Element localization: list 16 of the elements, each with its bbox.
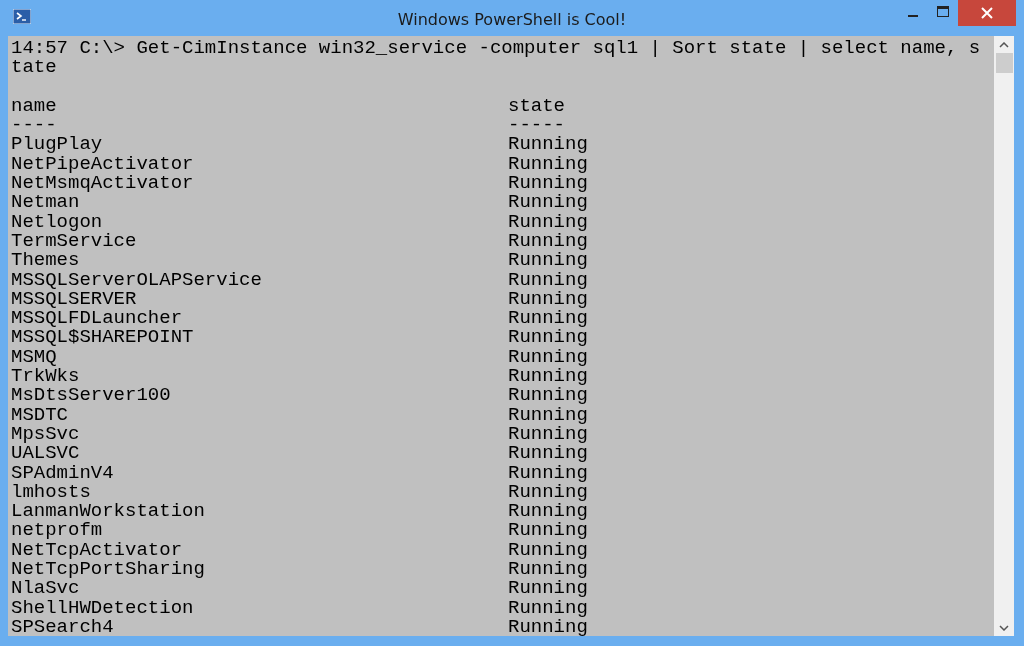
close-icon xyxy=(981,7,993,19)
window-title: Windows PowerShell is Cool! xyxy=(397,10,627,29)
service-name: NetTcpPortSharing xyxy=(11,558,205,580)
maximize-icon xyxy=(937,5,949,17)
chevron-up-icon xyxy=(999,41,1009,48)
scroll-thumb[interactable] xyxy=(995,53,1013,73)
service-state: Running xyxy=(508,558,588,580)
column-header: name xyxy=(11,94,57,117)
command-line: 14:57 C:\> Get-CimInstance win32_service -computer sql1 | Sort state | select name, s xyxy=(11,37,981,59)
minimize-icon xyxy=(908,15,918,17)
powershell-icon xyxy=(13,9,31,24)
close-button[interactable] xyxy=(958,0,1016,26)
column-header: state xyxy=(508,94,565,117)
command-line: tate xyxy=(11,56,57,79)
chevron-down-icon xyxy=(999,624,1009,631)
scrollbar[interactable] xyxy=(994,36,1014,636)
